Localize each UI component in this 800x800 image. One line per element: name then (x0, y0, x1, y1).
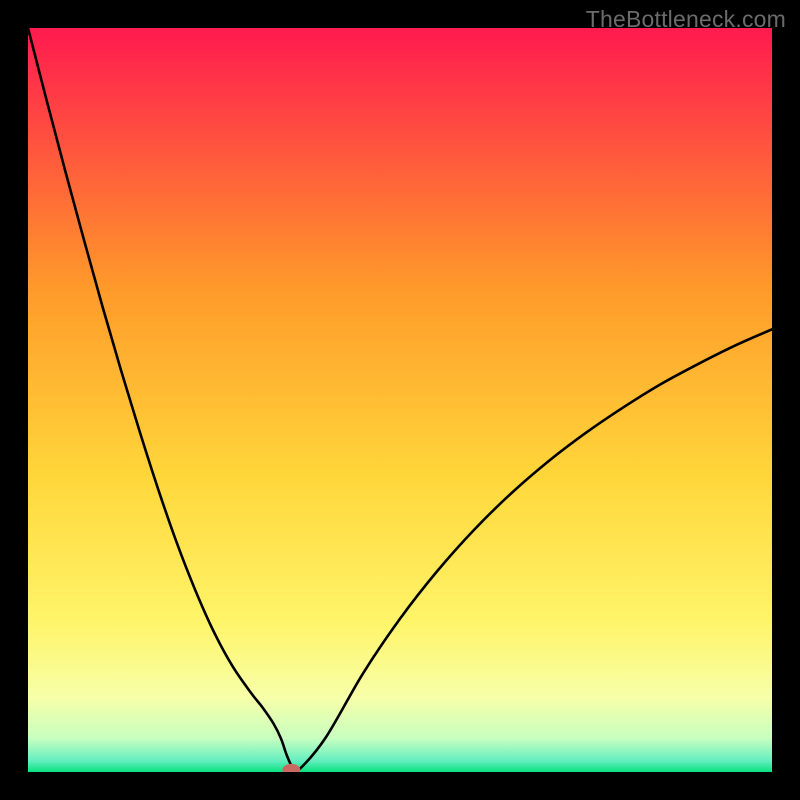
chart-svg (28, 28, 772, 772)
gradient-background (28, 28, 772, 772)
plot-area (28, 28, 772, 772)
chart-container: TheBottleneck.com (0, 0, 800, 800)
